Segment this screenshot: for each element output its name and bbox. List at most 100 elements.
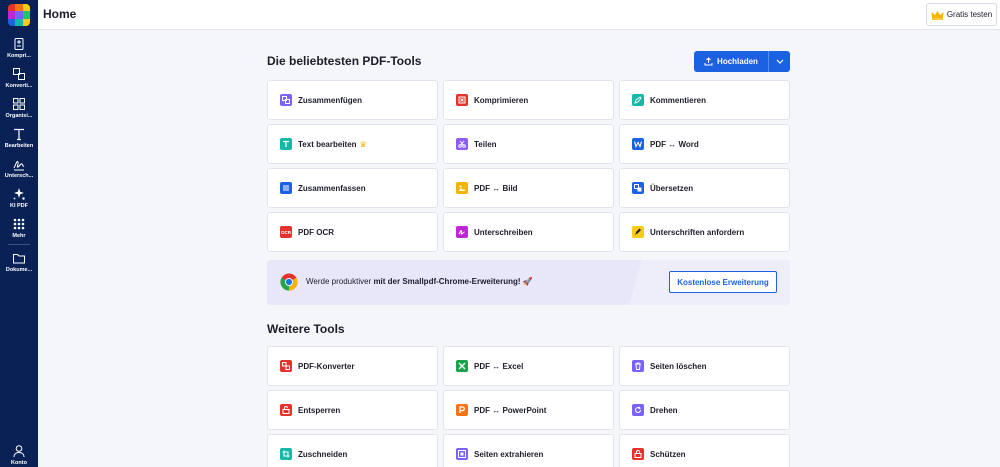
merge-icon (280, 94, 292, 106)
sidebar-item-ai-pdf[interactable]: KI PDF (0, 187, 38, 210)
tool-card[interactable]: PDF ↔ Excel (443, 346, 614, 386)
banner-text: Werde produktiver mit der Smallpdf-Chrom… (306, 277, 533, 286)
more-tools-heading: Weitere Tools (267, 322, 345, 336)
tool-card[interactable]: Seiten löschen (619, 346, 790, 386)
sidebar-item-label: Bearbeiten (4, 143, 34, 149)
sidebar-item-label: Dokume... (5, 267, 33, 273)
pen-icon (632, 94, 644, 106)
sidebar: Kompri... Konverti... Organisi... Bearbe… (0, 0, 38, 467)
tool-card[interactable]: PDF-Konverter (267, 346, 438, 386)
tool-card[interactable]: Zuschneiden (267, 434, 438, 467)
edit-text-icon (14, 128, 24, 141)
tool-card[interactable]: Text bearbeiten ♛ (267, 124, 438, 164)
tool-label: Unterschriften anfordern (650, 227, 745, 237)
organize-icon (13, 98, 25, 110)
folder-icon (13, 254, 25, 264)
smallpdf-logo[interactable] (8, 4, 30, 26)
tool-label: Unterschreiben (474, 227, 533, 237)
tool-label: Übersetzen (650, 183, 694, 193)
tool-label: Seiten löschen (650, 361, 707, 371)
sidebar-item-signature[interactable]: Untersch... (0, 157, 38, 180)
scissors-icon (456, 138, 468, 150)
try-free-label: Gratis testen (946, 10, 993, 19)
sidebar-divider (8, 244, 30, 245)
tool-card[interactable]: Entsperren (267, 390, 438, 430)
upload-icon (704, 57, 713, 66)
crop-icon (280, 448, 292, 460)
tool-label: Kommentieren (650, 95, 707, 105)
sidebar-item-more[interactable]: Mehr (0, 217, 38, 240)
signature-icon (13, 161, 25, 171)
translate-icon (632, 182, 644, 194)
chrome-extension-banner: Werde produktiver mit der Smallpdf-Chrom… (267, 260, 790, 305)
trash-icon (632, 360, 644, 372)
sidebar-item-compress[interactable]: Kompri... (0, 37, 38, 60)
extract-icon (456, 448, 468, 460)
tool-card[interactable]: Seiten extrahieren (443, 434, 614, 467)
tool-card[interactable]: Teilen (443, 124, 614, 164)
tool-label: Text bearbeiten (298, 139, 357, 149)
compress-icon (14, 38, 24, 50)
tool-label: Schützen (650, 449, 686, 459)
tool-label: Zuschneiden (298, 449, 348, 459)
sidebar-item-label: Konverti... (5, 83, 33, 89)
svg-text:OCR: OCR (281, 230, 291, 235)
sidebar-item-label: Mehr (12, 233, 26, 239)
sidebar-item-label: Untersch... (4, 173, 34, 179)
tool-label: PDF OCR (298, 227, 334, 237)
tool-card[interactable]: OCR PDF OCR (267, 212, 438, 252)
sidebar-item-label: Kompri... (7, 53, 31, 59)
tool-card[interactable]: Schützen (619, 434, 790, 467)
tool-card[interactable]: Unterschreiben (443, 212, 614, 252)
tool-label: Seiten extrahieren (474, 449, 544, 459)
sign-icon (456, 226, 468, 238)
powerpoint-icon (456, 404, 468, 416)
upload-dropdown-button[interactable] (768, 51, 790, 72)
ocr-icon: OCR (280, 226, 292, 238)
word-icon (632, 138, 644, 150)
tool-card[interactable]: Kommentieren (619, 80, 790, 120)
sidebar-item-edit[interactable]: Bearbeiten (0, 127, 38, 150)
tool-card[interactable]: PDF ↔ Bild (443, 168, 614, 208)
tool-label: Teilen (474, 139, 497, 149)
sidebar-item-documents[interactable]: Dokume... (0, 251, 38, 274)
tool-card[interactable]: PDF ↔ PowerPoint (443, 390, 614, 430)
image-icon (456, 182, 468, 194)
chevron-down-icon (776, 59, 783, 64)
tool-label: PDF ↔ Bild (474, 183, 518, 193)
excel-icon (456, 360, 468, 372)
tool-card[interactable]: Zusammenfügen (267, 80, 438, 120)
tool-label: Drehen (650, 405, 678, 415)
upload-button-group: Hochladen (694, 51, 790, 72)
page-title: Home (43, 7, 77, 21)
popular-tools-grid: Zusammenfügen Komprimieren Kommentieren Tex… (267, 80, 790, 252)
tool-label: Zusammenfügen (298, 95, 363, 105)
sidebar-item-organize[interactable]: Organisi... (0, 97, 38, 120)
try-free-button[interactable]: Gratis testen (926, 3, 997, 26)
tool-card[interactable]: Übersetzen (619, 168, 790, 208)
sidebar-item-convert[interactable]: Konverti... (0, 67, 38, 90)
tool-card[interactable]: PDF ↔ Word (619, 124, 790, 164)
lock-icon (632, 448, 644, 460)
converter-icon (280, 360, 292, 372)
upload-label: Hochladen (717, 57, 758, 66)
premium-crown-icon: ♛ (359, 139, 367, 149)
free-extension-button[interactable]: Kostenlose Erweiterung (669, 271, 777, 293)
sidebar-item-label: Konto (11, 460, 27, 466)
tool-card[interactable]: Drehen (619, 390, 790, 430)
tool-label: Zusammenfassen (298, 183, 366, 193)
top-bar: Home Gratis testen (38, 0, 1000, 30)
convert-icon (13, 68, 25, 80)
tool-label: PDF ↔ Word (650, 139, 699, 149)
more-tools-grid: PDF-Konverter PDF ↔ Excel Seiten löschen En… (267, 346, 790, 467)
sidebar-item-account[interactable]: Konto (0, 444, 38, 467)
compress-icon (456, 94, 468, 106)
tool-label: PDF-Konverter (298, 361, 355, 371)
tool-card[interactable]: Unterschriften anfordern (619, 212, 790, 252)
tool-card[interactable]: Zusammenfassen (267, 168, 438, 208)
request-sign-icon (632, 226, 644, 238)
ai-sparkle-icon (13, 188, 25, 200)
unlock-icon (280, 404, 292, 416)
upload-button[interactable]: Hochladen (694, 51, 768, 72)
tool-card[interactable]: Komprimieren (443, 80, 614, 120)
